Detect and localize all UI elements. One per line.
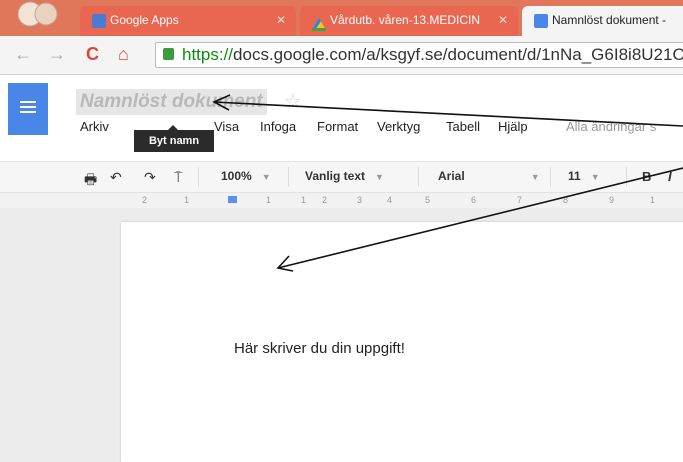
arrow-to-page [277, 167, 683, 269]
arrow-to-title [213, 101, 683, 127]
arrow-head [276, 255, 294, 272]
annotation-arrows [212, 94, 683, 272]
